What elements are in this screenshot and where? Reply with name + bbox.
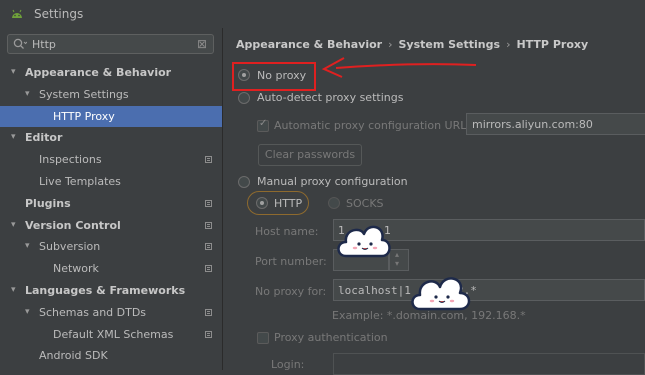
chevron-down-icon[interactable]: ▾ (25, 236, 30, 258)
auto-config-url-input[interactable]: mirrors.aliyun.com:80 (466, 113, 645, 135)
project-settings-icon (205, 221, 212, 229)
tree-item-label: Default XML Schemas (53, 327, 174, 341)
project-settings-icon (205, 199, 212, 207)
port-stepper[interactable]: ▴ ▾ (389, 249, 409, 271)
project-settings-icon (205, 265, 212, 273)
tree-item[interactable]: ▾ Editor (0, 127, 222, 149)
tree-item[interactable]: ▾ Schemas and DTDs (0, 302, 222, 324)
tree-item[interactable]: ▾ System Settings (0, 84, 222, 106)
breadcrumb-item[interactable]: System Settings (398, 38, 500, 51)
red-arrow-annotation (321, 57, 477, 78)
chevron-right-icon: › (506, 38, 511, 51)
tree-item[interactable]: Live Templates (0, 171, 222, 193)
chevron-down-icon[interactable]: ▾ (11, 62, 16, 84)
search-icon (13, 38, 28, 53)
socks-radio[interactable] (328, 197, 340, 209)
settings-sidebar: Http ⊠ ▾ Appearance & Behavior ▾ System Set… (0, 28, 223, 370)
chevron-up-icon[interactable]: ▴ (395, 250, 399, 259)
clear-passwords-label: Clear passwords (264, 148, 356, 161)
tree-item-label: Schemas and DTDs (39, 305, 147, 319)
close-icon[interactable]: ⊠ (197, 37, 207, 51)
no-proxy-for-value: localhost|1 (338, 284, 411, 297)
tree-item[interactable]: ▾ Languages & Frameworks (0, 280, 222, 302)
tree-item-label: Live Templates (39, 174, 121, 188)
http-label[interactable]: HTTP (274, 197, 302, 210)
chevron-down-icon[interactable]: ▾ (11, 215, 16, 237)
tree-item-label: System Settings (39, 87, 129, 101)
manual-proxy-label[interactable]: Manual proxy configuration (257, 175, 408, 188)
project-settings-icon (205, 308, 212, 316)
chevron-down-icon[interactable]: ▾ (11, 127, 16, 149)
tree-item-label: Inspections (39, 153, 102, 167)
auto-config-checkbox[interactable] (257, 118, 269, 132)
http-radio[interactable] (256, 197, 268, 209)
tree-item-label: HTTP Proxy (53, 109, 115, 123)
project-settings-icon (205, 156, 212, 164)
breadcrumb-item: HTTP Proxy (516, 38, 589, 51)
tree-item[interactable]: Inspections (0, 149, 222, 171)
cloud-sticker-icon (337, 225, 391, 258)
tree-item[interactable]: Default XML Schemas (0, 324, 222, 346)
cloud-sticker-icon (411, 277, 471, 311)
auto-config-url-value: mirrors.aliyun.com:80 (472, 118, 593, 131)
tree-item[interactable]: ▾ Appearance & Behavior (0, 62, 222, 84)
port-number-label: Port number: (255, 255, 327, 268)
manual-proxy-radio[interactable] (238, 176, 250, 188)
chevron-down-icon[interactable]: ▾ (11, 280, 16, 302)
login-input[interactable] (333, 353, 645, 375)
socks-label[interactable]: SOCKS (346, 197, 384, 210)
tree-item-label: Appearance & Behavior (25, 66, 172, 79)
no-proxy-for-label: No proxy for: (255, 285, 327, 298)
tree-item-label: Plugins (25, 196, 71, 210)
proxy-auth-checkbox[interactable] (257, 332, 269, 344)
chevron-right-icon: › (388, 38, 393, 51)
tree-item-label: Languages & Frameworks (25, 283, 186, 297)
chevron-down-icon[interactable]: ▾ (395, 259, 399, 268)
chevron-down-icon[interactable]: ▾ (25, 302, 30, 324)
tree-item-label: Editor (25, 131, 63, 145)
host-name-label: Host name: (255, 225, 319, 238)
no-proxy-for-input[interactable]: localhost|1 2.* (333, 279, 645, 301)
breadcrumb-item[interactable]: Appearance & Behavior (236, 38, 382, 51)
search-query: Http (32, 38, 56, 51)
settings-tree: ▾ Appearance & Behavior ▾ System Settings HT… (0, 62, 222, 367)
tree-item[interactable]: ▾ Version Control (0, 215, 222, 237)
tree-item-label: Version Control (25, 218, 121, 232)
chevron-down-icon[interactable]: ▾ (25, 84, 30, 106)
tree-item-label: Android SDK (39, 349, 108, 363)
tree-item[interactable]: Network (0, 258, 222, 280)
title-bar: Settings (0, 0, 645, 28)
breadcrumb: Appearance & Behavior › System Settings › HT… (236, 38, 588, 51)
tree-item[interactable]: HTTP Proxy (0, 105, 222, 128)
project-settings-icon (205, 330, 212, 338)
auto-detect-radio[interactable] (238, 92, 250, 104)
annotation-box (232, 62, 316, 91)
tree-item-label: Network (53, 262, 99, 276)
tree-item[interactable]: Android SDK (0, 345, 222, 367)
clear-passwords-button[interactable]: Clear passwords (258, 144, 362, 166)
search-input[interactable]: Http ⊠ (7, 34, 214, 54)
window-title: Settings (34, 7, 84, 21)
login-label: Login: (271, 358, 305, 371)
project-settings-icon (205, 243, 212, 251)
tree-item[interactable]: ▾ Subversion (0, 236, 222, 258)
auto-config-label: Automatic proxy configuration URL: (274, 119, 471, 132)
tree-item[interactable]: Plugins (0, 193, 222, 215)
auto-detect-label[interactable]: Auto-detect proxy settings (257, 91, 403, 104)
proxy-auth-label[interactable]: Proxy authentication (274, 331, 388, 344)
tree-item-label: Subversion (39, 240, 101, 254)
android-icon (10, 8, 24, 23)
